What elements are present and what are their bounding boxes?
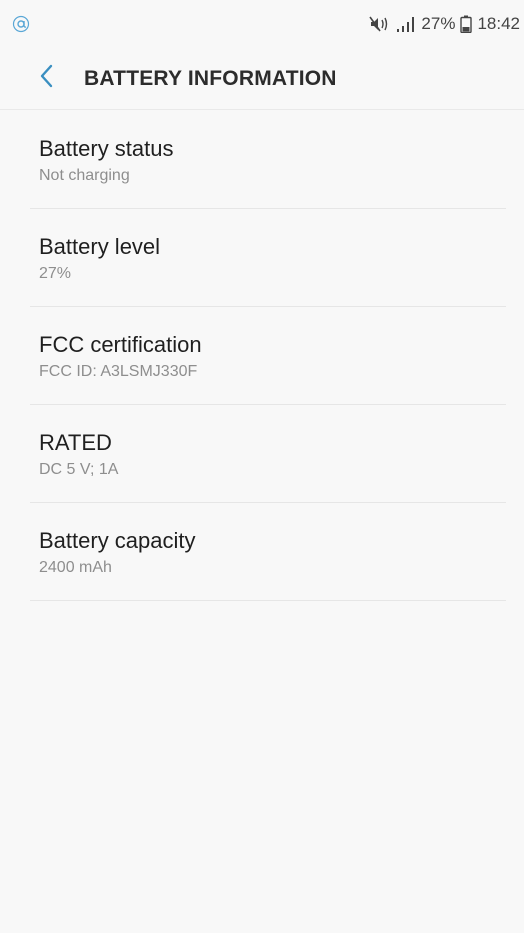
battery-information-screen: 27% 18:42 BATTERY INFORMATION Battery st… (0, 0, 524, 933)
item-value: 2400 mAh (39, 559, 112, 576)
item-title: Battery capacity (39, 528, 196, 553)
rated-item[interactable]: RATED DC 5 V; 1A (0, 405, 524, 503)
fcc-certification-item[interactable]: FCC certification FCC ID: A3LSMJ330F (0, 307, 524, 405)
app-header: BATTERY INFORMATION (0, 48, 524, 110)
item-title: FCC certification (39, 332, 202, 357)
clock: 18:42 (477, 14, 520, 33)
back-button[interactable] (32, 59, 60, 99)
mute-icon (369, 15, 391, 33)
item-title: Battery status (39, 136, 174, 161)
signal-icon (396, 16, 416, 32)
chevron-left-icon (38, 63, 54, 94)
battery-percent: 27% (421, 14, 456, 33)
item-title: RATED (39, 430, 112, 455)
battery-level-item[interactable]: Battery level 27% (0, 209, 524, 307)
page-title: BATTERY INFORMATION (84, 66, 337, 90)
at-sign-icon (10, 13, 32, 35)
item-value: DC 5 V; 1A (39, 461, 119, 478)
status-right: 27% 18:42 (369, 14, 520, 34)
battery-status-item[interactable]: Battery status Not charging (0, 111, 524, 209)
item-value: Not charging (39, 167, 130, 184)
item-title: Battery level (39, 234, 161, 259)
battery-capacity-item[interactable]: Battery capacity 2400 mAh (0, 503, 524, 601)
item-value: 27% (39, 265, 72, 282)
status-left (10, 13, 32, 35)
item-value: FCC ID: A3LSMJ330F (39, 363, 198, 380)
battery-icon (460, 15, 473, 33)
status-bar: 27% 18:42 (0, 0, 524, 48)
info-list: Battery status Not charging Battery leve… (0, 111, 524, 601)
